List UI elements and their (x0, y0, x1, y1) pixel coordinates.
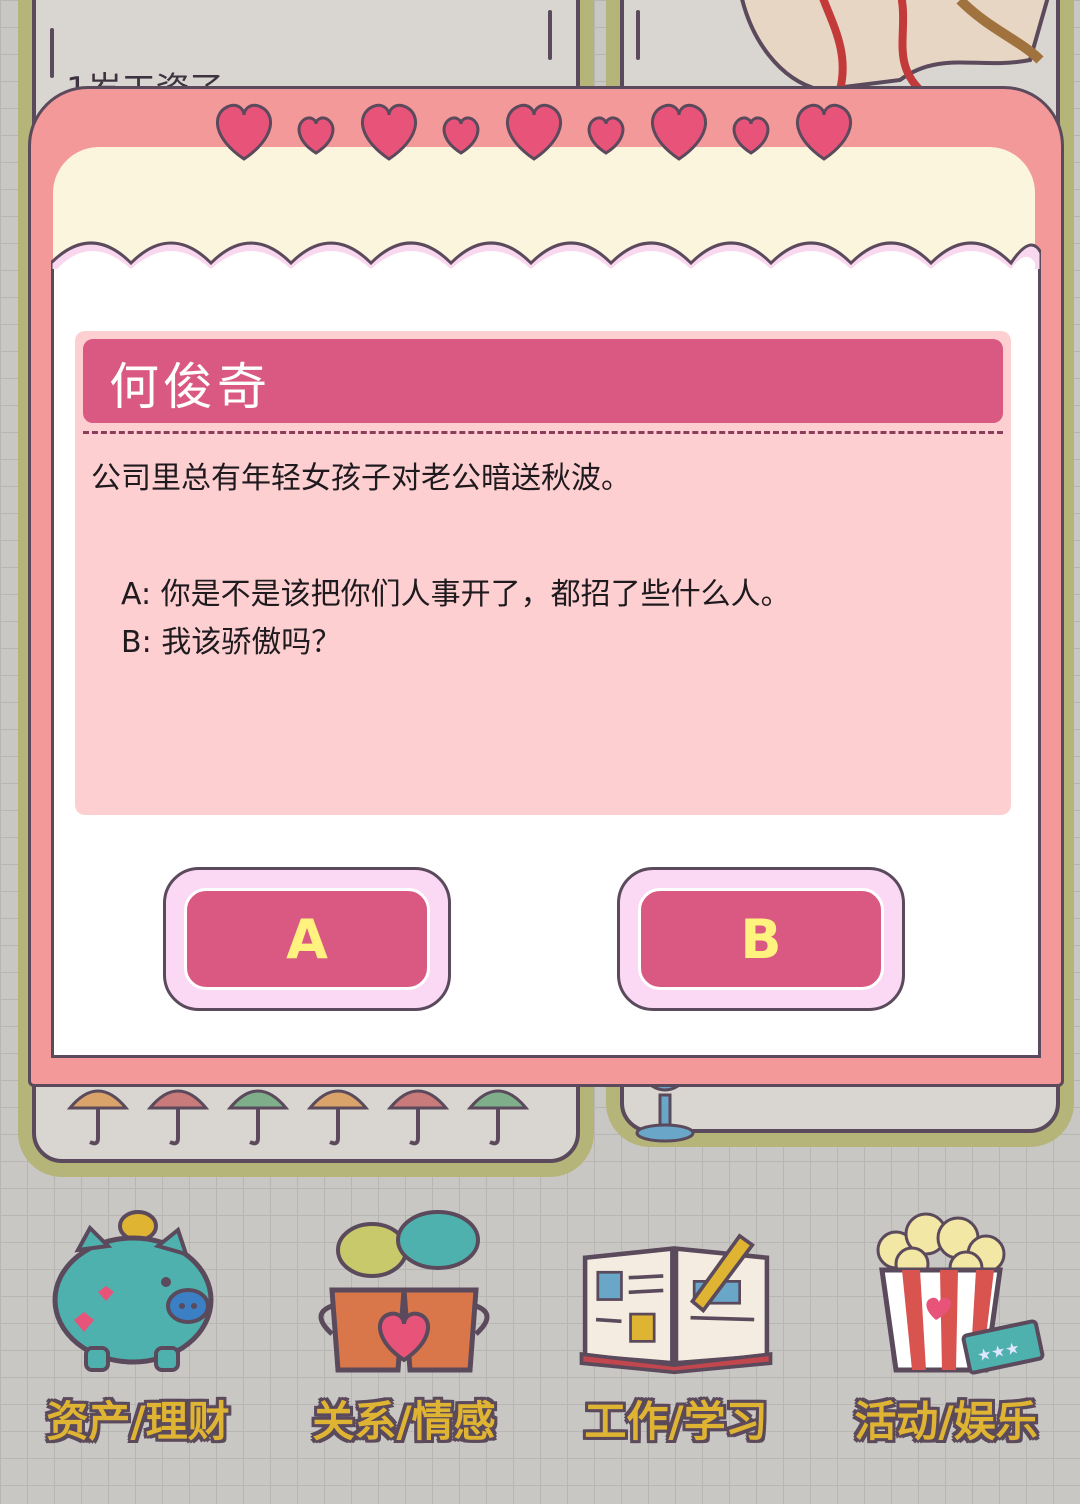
background-divider (548, 10, 552, 60)
umbrella-icon (226, 1089, 290, 1146)
nav-work-study[interactable]: 工作/学习 (556, 1210, 796, 1450)
umbrella-icon (306, 1089, 370, 1146)
speaker-name: 何俊奇 (109, 358, 271, 416)
option-a-text: A: 你是不是该把你们人事开了，都招了些什么人。 (121, 577, 791, 612)
nav-label: 活动/娱乐 (854, 1397, 1038, 1446)
popcorn-icon: ★★★ (876, 1212, 1045, 1375)
heart-icon (732, 116, 770, 155)
choice-b-button-face[interactable]: B (638, 888, 884, 990)
choice-a-button-face[interactable]: A (184, 888, 430, 990)
heart-icon (651, 103, 707, 161)
umbrella-icon (386, 1089, 450, 1146)
heart-icon (361, 103, 417, 161)
choice-a-button[interactable]: A (163, 867, 451, 1011)
umbrella-decoration-row (66, 1078, 530, 1148)
heart-icon (587, 116, 625, 155)
coffee-cups-icon (318, 1210, 490, 1373)
nav-label: 关系/情感 (312, 1397, 496, 1446)
choice-b-button[interactable]: B (617, 867, 905, 1011)
piggy-bank-icon (52, 1210, 214, 1372)
umbrella-icon (466, 1089, 530, 1146)
choice-b-label: B (740, 907, 782, 971)
banner-dashed-line (83, 431, 1003, 434)
speaker-banner: 何俊奇 (83, 339, 1003, 423)
choice-a-label: A (286, 907, 328, 971)
notebook-icon (579, 1233, 773, 1375)
dialog-message: 公司里总有年轻女孩子对老公暗送秋波。 (91, 461, 631, 496)
nav-relationship-emotion[interactable]: 关系/情感 (284, 1210, 524, 1450)
heart-icon (297, 116, 335, 155)
nav-activity-entertainment[interactable]: ★★★ 活动/娱乐 (826, 1210, 1066, 1450)
nav-label: 工作/学习 (584, 1397, 768, 1446)
heart-icon (442, 116, 480, 155)
message-box: 何俊奇 公司里总有年轻女孩子对老公暗送秋波。 A: 你是不是该把你们人事开了，都… (75, 331, 1011, 815)
choice-dialog: 何俊奇 公司里总有年轻女孩子对老公暗送秋波。 A: 你是不是该把你们人事开了，都… (28, 86, 1064, 1087)
option-b-text: B: 我该骄傲吗？ (121, 625, 342, 660)
hearts-decoration (216, 103, 852, 161)
heart-icon (796, 103, 852, 161)
nav-label: 资产/理财 (46, 1397, 230, 1446)
umbrella-icon (66, 1089, 130, 1146)
heart-icon (216, 103, 272, 161)
nav-assets-finance[interactable]: 资产/理财 (18, 1210, 258, 1450)
background-divider (50, 28, 54, 78)
umbrella-icon (146, 1089, 210, 1146)
heart-icon (506, 103, 562, 161)
background-divider (636, 10, 640, 60)
